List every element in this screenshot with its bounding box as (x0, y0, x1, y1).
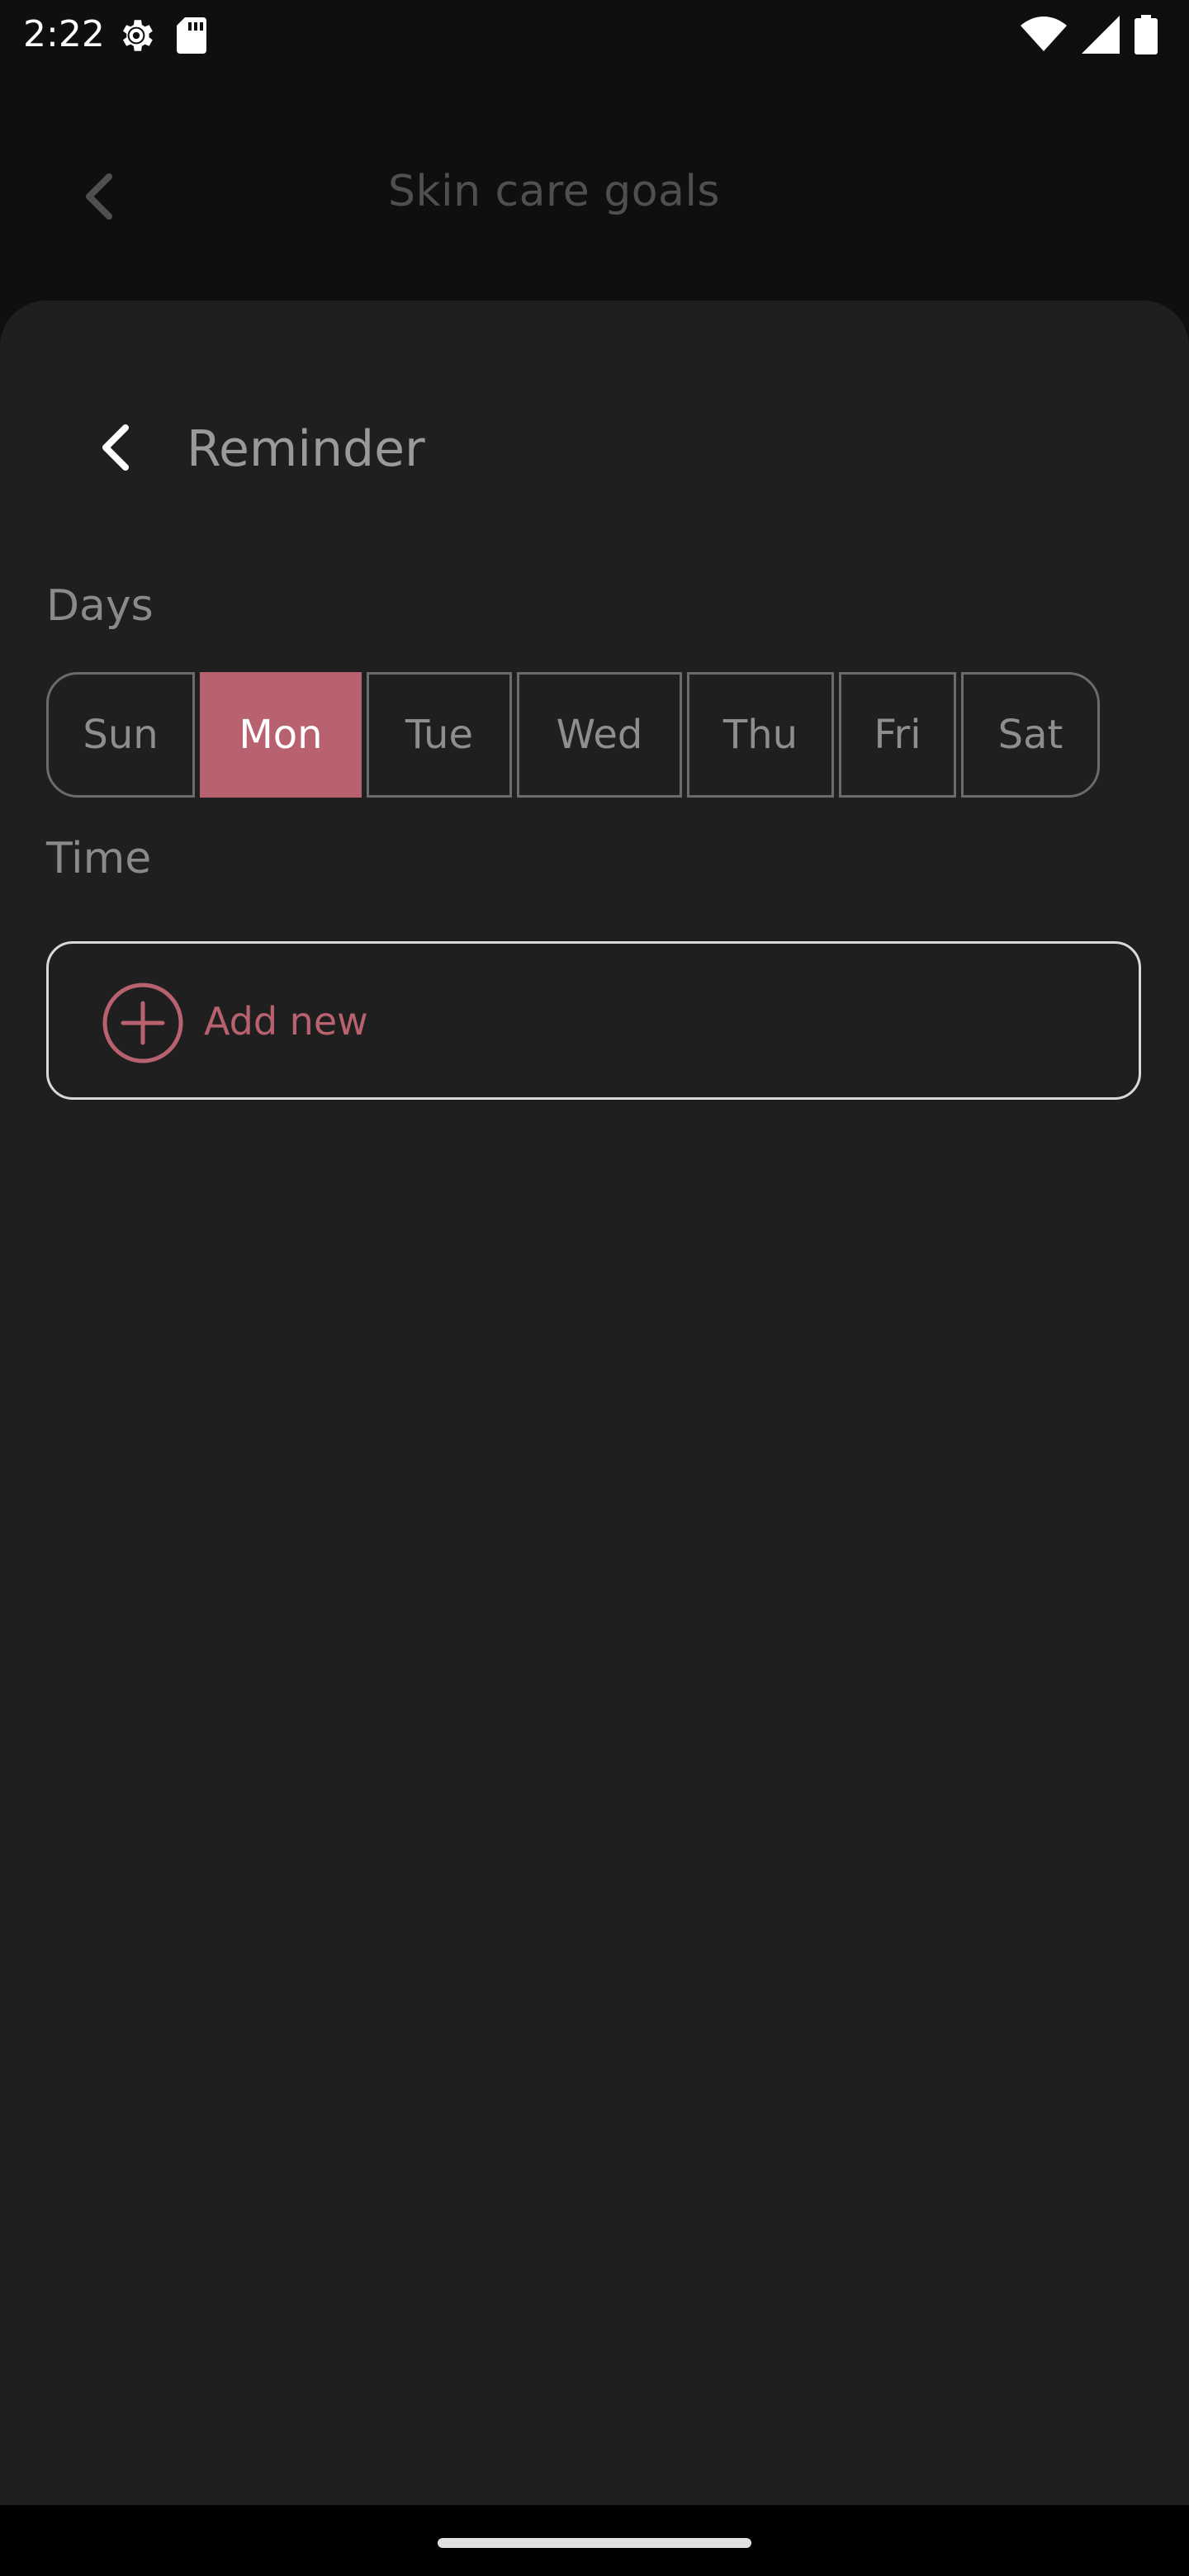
day-sat[interactable]: Sat (961, 672, 1100, 798)
app-bar: Skin care goals (0, 69, 1189, 317)
chevron-left-icon (99, 423, 132, 476)
plus-circle-icon (102, 982, 184, 1064)
day-fri[interactable]: Fri (839, 672, 956, 798)
status-right-icons (1021, 15, 1158, 58)
status-time: 2:22 (23, 13, 105, 55)
day-label: Thu (722, 712, 798, 758)
status-left-icons (116, 15, 208, 59)
wifi-icon (1021, 17, 1067, 56)
sheet-title: Reminder (187, 420, 425, 478)
day-wed[interactable]: Wed (517, 672, 682, 798)
day-label: Sun (83, 712, 159, 758)
sheet-header: Reminder (0, 301, 1189, 490)
time-label: Time (46, 834, 152, 883)
day-label: Mon (239, 712, 323, 758)
sheet-back-button[interactable] (83, 416, 149, 482)
day-mon[interactable]: Mon (200, 672, 362, 798)
day-sun[interactable]: Sun (46, 672, 195, 798)
days-label: Days (46, 581, 154, 631)
day-selector: Sun Mon Tue Wed Thu Fri Sat (46, 672, 1100, 798)
reminder-sheet: Reminder Days Sun Mon Tue Wed Thu Fri Sa… (0, 301, 1189, 2505)
day-tue[interactable]: Tue (367, 672, 512, 798)
day-label: Tue (405, 712, 473, 758)
sd-card-icon (175, 16, 208, 59)
app-title: Skin care goals (388, 167, 720, 216)
chevron-left-icon (83, 173, 116, 223)
day-label: Fri (874, 712, 921, 758)
settings-icon (116, 15, 157, 59)
home-indicator[interactable] (438, 2538, 751, 2548)
day-label: Wed (556, 712, 643, 758)
add-new-time-button[interactable]: Add new (46, 941, 1141, 1100)
day-label: Sat (997, 712, 1063, 758)
signal-icon (1082, 16, 1120, 57)
status-bar: 2:22 (0, 0, 1189, 69)
battery-icon (1135, 15, 1158, 58)
navigation-bar (0, 2505, 1189, 2576)
day-thu[interactable]: Thu (687, 672, 834, 798)
add-new-label: Add new (204, 999, 368, 1044)
app-back-button[interactable] (69, 168, 129, 228)
